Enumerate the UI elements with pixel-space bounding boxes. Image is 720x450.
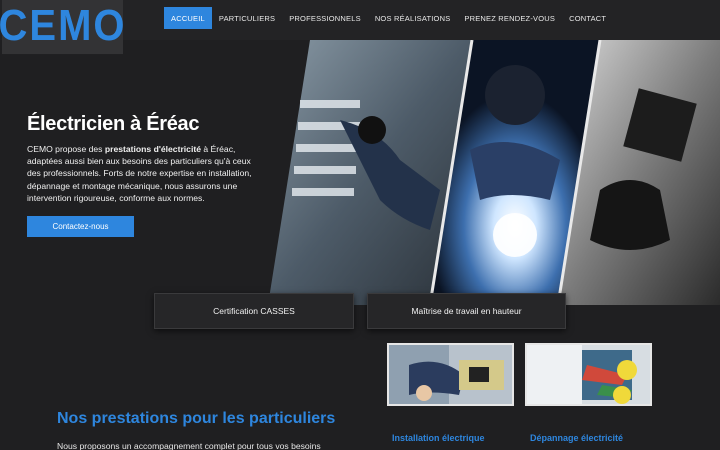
installation-image[interactable]	[387, 343, 514, 406]
needs-link[interactable]: besoins	[291, 441, 321, 450]
height-work-card: Maîtrise de travail en hauteur	[367, 293, 566, 329]
installation-caption[interactable]: Installation électrique	[392, 433, 485, 443]
nav-item-realisations[interactable]: NOS RÉALISATIONS	[368, 7, 458, 29]
hero-highlight: prestations d'électricité	[104, 144, 201, 154]
hero-description: CEMO propose des prestations d'électrici…	[27, 144, 252, 203]
nav-item-contact[interactable]: CONTACT	[562, 7, 613, 29]
services-intro: Nous proposons un accompagnement complet…	[57, 441, 321, 450]
nav-item-particuliers[interactable]: PARTICULIERS	[212, 7, 282, 29]
contact-button[interactable]: Contactez-nous	[27, 216, 134, 237]
services-title: Nos prestations pour les particuliers	[57, 410, 336, 427]
main-nav: ACCUEIL PARTICULIERS PROFESSIONNELS NOS …	[164, 7, 613, 29]
repair-caption[interactable]: Dépannage électricité	[530, 433, 623, 443]
certification-card: Certification CASSES	[154, 293, 354, 329]
nav-item-accueil[interactable]: ACCUEIL	[164, 7, 212, 29]
repair-photo	[527, 345, 650, 404]
repair-image[interactable]	[525, 343, 652, 406]
nav-item-rendez-vous[interactable]: PRENEZ RENDEZ-VOUS	[457, 7, 562, 29]
hero-title: Électricien à Éréac	[27, 113, 200, 135]
electrician-photo	[389, 345, 512, 404]
nav-item-professionnels[interactable]: PROFESSIONNELS	[282, 7, 368, 29]
